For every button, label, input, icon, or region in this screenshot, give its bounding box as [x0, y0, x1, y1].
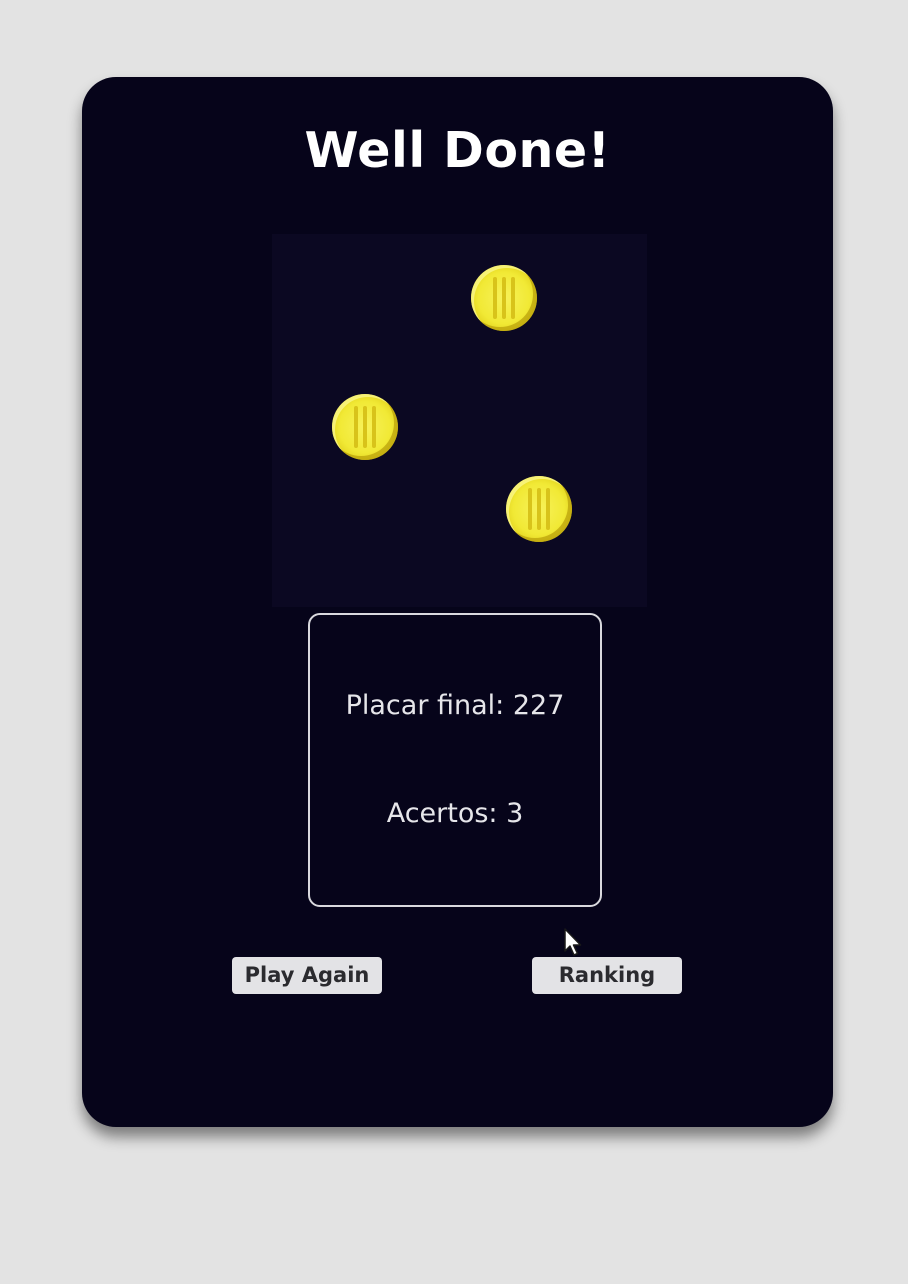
mouse-pointer-icon	[564, 928, 582, 956]
result-title: Well Done!	[304, 122, 611, 179]
coin-icon	[332, 394, 398, 460]
game-over-card: Well Done! Placar final: 227 Acertos: 3 …	[82, 77, 833, 1127]
ranking-button[interactable]: Ranking	[532, 957, 682, 994]
coin-icon	[506, 476, 572, 542]
play-again-button[interactable]: Play Again	[232, 957, 382, 994]
hits-count-text: Acertos: 3	[386, 798, 524, 829]
coin-icon	[471, 265, 537, 331]
score-panel: Placar final: 227 Acertos: 3	[308, 613, 602, 907]
final-score-text: Placar final: 227	[345, 690, 565, 721]
game-stage	[272, 234, 647, 607]
